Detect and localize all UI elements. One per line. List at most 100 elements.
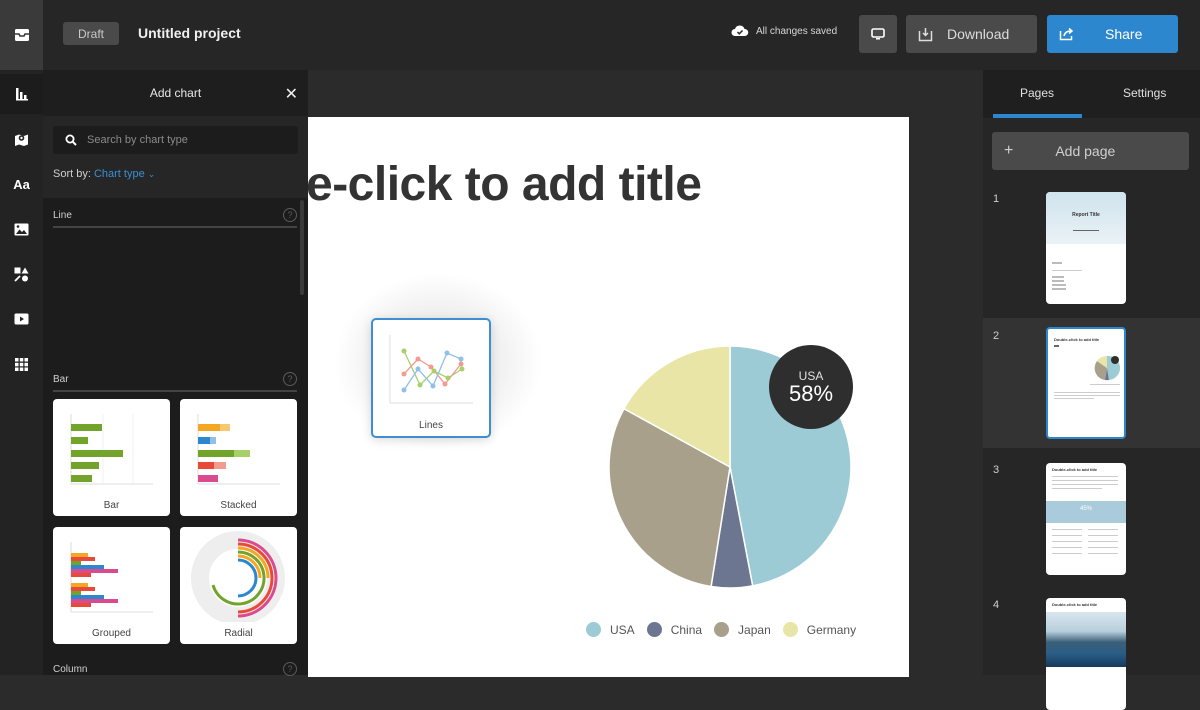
thumb-title: Report Title	[1072, 212, 1100, 218]
page-thumbnail-3[interactable]: Double-click to add title 45%	[1046, 463, 1126, 575]
dragging-chart-tile-lines[interactable]: Lines	[371, 318, 491, 438]
section-title: Line	[53, 210, 72, 221]
report-page[interactable]: e-click to add title Lines USA 58% USA Ch…	[308, 117, 909, 677]
share-arrow-icon	[1059, 27, 1074, 41]
thumb-line	[1088, 529, 1118, 530]
search-icon	[65, 134, 77, 146]
thumb-line	[1054, 398, 1094, 399]
map-pin-icon	[15, 134, 28, 146]
help-icon[interactable]: ?	[283, 372, 297, 386]
section-column: Column ?	[53, 660, 297, 682]
page-thumb-row-selected[interactable]: 2 Double-click to add title	[983, 318, 1200, 448]
add-page-button[interactable]: + Add page	[992, 132, 1189, 170]
thumb-line	[1088, 553, 1118, 554]
tab-settings[interactable]: Settings	[1123, 86, 1166, 100]
chart-search-input[interactable]	[87, 134, 287, 146]
download-button[interactable]: Download	[906, 15, 1037, 53]
text-aa-icon: Aa	[13, 176, 30, 192]
thumb-line	[1052, 476, 1118, 477]
thumb-line	[1052, 270, 1082, 271]
legend-swatch	[782, 622, 798, 637]
rail-item-text[interactable]: Aa	[0, 164, 43, 204]
canvas-area: e-click to add title Lines USA 58% USA Ch…	[308, 70, 983, 677]
rail-item-shapes[interactable]	[0, 254, 43, 294]
sort-label: Sort by:	[53, 168, 91, 180]
help-icon[interactable]: ?	[283, 208, 297, 222]
panel-title: Add chart	[149, 86, 202, 100]
add-page-label: Add page	[1055, 143, 1116, 159]
tile-label: Lines	[419, 420, 443, 431]
cloud-check-icon	[731, 25, 749, 36]
image-icon	[14, 223, 29, 235]
close-icon[interactable]: ✕	[285, 84, 298, 104]
share-button[interactable]: Share	[1047, 15, 1178, 53]
rail-item-maps[interactable]	[0, 119, 43, 159]
sort-value[interactable]: Chart type	[94, 168, 145, 180]
shapes-icon	[14, 267, 29, 282]
monitor-icon	[871, 28, 885, 40]
page-thumb-row[interactable]: 3 Double-click to add title 45%	[983, 458, 1200, 588]
download-label: Download	[947, 26, 1010, 42]
stacked-chart-thumbnail	[197, 414, 280, 485]
rail-item-more[interactable]	[0, 344, 43, 384]
page-thumb-row[interactable]: 4 Double-click to add title	[983, 593, 1200, 710]
rail-item-images[interactable]	[0, 209, 43, 249]
thumb-line	[1052, 288, 1066, 290]
bar-chart-thumbnail	[70, 414, 153, 485]
lines-chart-thumbnail	[389, 335, 473, 404]
chevron-down-icon[interactable]: ⌄	[148, 169, 156, 179]
tab-pages[interactable]: Pages	[1020, 86, 1054, 100]
chart-tile-stacked[interactable]: Stacked	[180, 399, 297, 516]
thumb-line	[1088, 547, 1118, 548]
chart-tile-radial[interactable]: Radial	[180, 527, 297, 644]
highlight-badge: USA 58%	[769, 345, 853, 429]
thumb-stat-band: 45%	[1046, 501, 1126, 523]
tile-label: Bar	[103, 500, 120, 511]
bar-chart-icon	[15, 88, 28, 101]
pages-panel: Pages Settings + Add page 1 Report Title…	[983, 70, 1200, 710]
legend-item-usa[interactable]: USA	[586, 622, 635, 637]
chart-tile-bar[interactable]: Bar	[53, 399, 170, 516]
tile-label: Stacked	[220, 500, 257, 511]
draft-badge[interactable]: Draft	[63, 22, 119, 45]
legend-item-china[interactable]: China	[646, 622, 702, 637]
page-thumbnail-2[interactable]: Double-click to add title	[1046, 327, 1126, 439]
highlight-percent: 58%	[788, 381, 834, 406]
section-line: Line ?	[53, 206, 297, 228]
page-thumb-row[interactable]: 1 Report Title	[983, 187, 1200, 317]
page-title[interactable]: e-click to add title	[308, 157, 702, 212]
panel-scrollbar[interactable]	[300, 200, 304, 295]
help-icon[interactable]: ?	[283, 662, 297, 676]
right-tabs: Pages Settings	[983, 70, 1200, 118]
legend-label: USA	[610, 622, 635, 637]
grouped-chart-thumbnail	[70, 542, 153, 613]
rail-item-video[interactable]	[0, 299, 43, 339]
present-button[interactable]	[859, 15, 897, 53]
panel-header: Add chart ✕	[43, 70, 308, 116]
legend-label: Japan	[738, 622, 771, 637]
thumb-line	[1052, 280, 1064, 282]
page-thumbnail-1[interactable]: Report Title	[1046, 192, 1126, 304]
inbox-tray-icon	[14, 29, 29, 41]
legend-item-germany[interactable]: Germany	[782, 622, 856, 637]
thumb-stat: 45%	[1079, 506, 1092, 512]
thumb-line	[1052, 535, 1082, 536]
home-button[interactable]	[0, 0, 43, 70]
download-tray-icon	[918, 27, 933, 41]
chart-tile-grouped[interactable]: Grouped	[53, 527, 170, 644]
radial-chart-thumbnail	[191, 531, 285, 625]
thumb-title: Double-click to add title	[1054, 337, 1100, 342]
rail-item-charts[interactable]	[0, 74, 43, 114]
thumb-line	[1052, 553, 1082, 554]
plus-icon: +	[1004, 142, 1014, 159]
chart-search-field[interactable]	[53, 126, 298, 154]
thumb-line	[1052, 541, 1082, 542]
sort-control[interactable]: Sort by: Chart type ⌄	[53, 168, 298, 180]
page-thumbnail-4[interactable]: Double-click to add title	[1046, 598, 1126, 710]
thumb-line	[1052, 284, 1066, 286]
thumb-line	[1052, 484, 1118, 485]
thumb-pie	[1094, 355, 1120, 381]
legend-item-japan[interactable]: Japan	[714, 622, 771, 637]
grid-dots-icon	[15, 357, 28, 371]
project-title[interactable]: Untitled project	[138, 25, 241, 41]
